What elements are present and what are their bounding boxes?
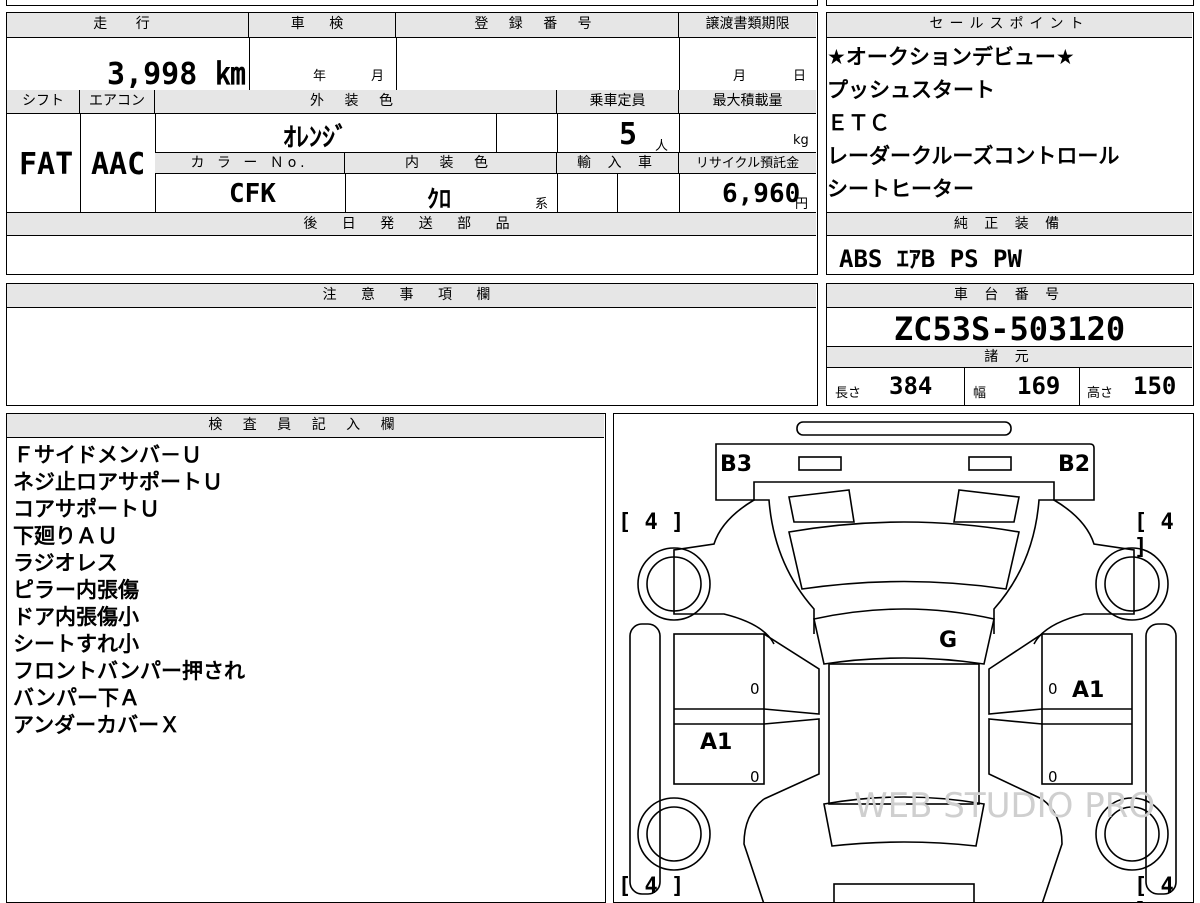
zero-mark: 0 [1048,768,1058,786]
zero-mark: 0 [750,768,760,786]
inspector-title: 検 査 員 記 入 欄 [7,414,604,438]
chassis-title: 車 台 番 号 [827,284,1192,308]
inspector-item: アンダーカバーＸ [13,713,181,737]
inspector-item: ネジ止ロアサポートＵ [13,470,223,494]
spec-length-label: 長さ [835,386,862,401]
inspector-item: Ｆサイドメンバ－Ｕ [13,443,202,467]
sales-point-item: レーダークルーズコントロール [827,144,1120,168]
standard-equipment-title: 純 正 装 備 [827,212,1192,236]
exterior-color-value: ｵﾚﾝｼﾞ [283,123,349,153]
car-diagram-box: WEB STUDIO PRO B3 B2 G A1 A1 [ 4 ] [ 4 ]… [613,413,1194,903]
tire-label-front-right: [ 4 ] [1134,510,1174,560]
inspector-item: ラジオレス [13,551,118,575]
interior-color-value: ｸﾛ [427,185,451,213]
sales-points-list: ★オークションデビュー★ プッシュスタート ＥＴＣ レーダークルーズコントロール… [827,41,1191,206]
capacity-label: 乗車定員 [557,90,679,114]
transfer-deadline-label: 譲渡書類期限 [679,13,816,38]
inspector-item: フロントバンパー押され [13,659,246,683]
spec-width-value: 169 [1017,372,1061,400]
standard-equipment-value: ABS ｴｱB PS PW [839,245,1022,273]
sales-points-box: セールスポイント ★オークションデビュー★ プッシュスタート ＥＴＣ レーダーク… [826,12,1194,275]
sales-point-item: プッシュスタート [827,78,995,102]
tire-label-rear-left: [ 4 ] [618,874,685,899]
notes-title: 注 意 事 項 欄 [7,284,816,308]
top-strip-right [826,0,1194,6]
capacity-value: 5 [619,117,638,152]
shift-label: シフト [7,90,80,114]
max-load-label: 最大積載量 [679,90,816,114]
top-strip [6,0,818,6]
inspector-box: 検 査 員 記 入 欄 Ｆサイドメンバ－Ｕ ネジ止ロアサポートＵ コアサポートＵ… [6,413,606,903]
sales-point-item: ★オークションデビュー★ [827,45,1075,69]
zero-mark: 0 [750,680,760,698]
inspection-label: 車 検 [249,13,396,38]
specs-title: 諸 元 [827,346,1192,368]
inspection-year: 年 [313,69,327,84]
exterior-color-label: 外 装 色 [155,90,557,114]
recycle-fee-label: リサイクル預託金 [679,152,816,174]
inspector-item: ドア内張傷小 [13,605,139,629]
inspector-list: Ｆサイドメンバ－Ｕ ネジ止ロアサポートＵ コアサポートＵ 下廻りＡＵ ラジオレス… [13,442,593,739]
sales-point-item: ＥＴＣ [827,111,890,135]
recycle-fee-value: 6,960 [722,179,801,209]
spec-width-label: 幅 [973,386,987,401]
sales-point-item: シートヒーター [827,177,974,201]
car-outline-diagram [629,421,1177,902]
mark-b2: B2 [1058,452,1091,477]
registration-label: 登 録 番 号 [396,13,679,38]
sales-points-title: セールスポイント [827,13,1192,38]
spec-height-label: 高さ [1087,386,1114,401]
shift-value: FAT [19,147,74,182]
mileage-label: 走 行 [7,13,249,38]
chassis-box: 車 台 番 号 ZC53S-503120 諸 元 長さ 384 幅 169 高さ… [826,283,1194,406]
spec-length-value: 384 [889,372,933,400]
inspection-month: 月 [371,69,385,84]
aircon-value: AAC [91,147,146,182]
inspector-item: バンパー下Ａ [13,686,141,710]
mark-a1-right: A1 [1072,678,1105,703]
watermark: WEB STUDIO PRO [854,786,1156,826]
mark-g: G [939,628,958,653]
mileage-value: 3,998 ㎞ [107,57,246,92]
deadline-month: 月 [733,69,747,84]
spec-height-value: 150 [1133,372,1177,400]
recycle-fee-unit: 円 [795,197,809,212]
import-label: 輸 入 車 [557,152,679,174]
tire-label-front-left: [ 4 ] [618,510,685,535]
mark-b3: B3 [720,452,753,477]
interior-color-suffix: 系 [535,197,549,212]
zero-mark: 0 [1048,680,1058,698]
later-parts-label: 後 日 発 送 部 品 [7,212,816,236]
color-no-label: カ ラ ー Ｎo. [155,152,345,174]
mark-a1-left: A1 [700,730,733,755]
tire-label-rear-right: [ 4 ] [1134,874,1174,902]
inspector-item: シートすれ小 [13,632,139,656]
deadline-day: 日 [793,69,807,84]
notes-box: 注 意 事 項 欄 [6,283,818,406]
aircon-label: エアコン [80,90,155,114]
vehicle-info-box: 走 行 車 検 登 録 番 号 譲渡書類期限 3,998 ㎞ 年 月 月 日 シ… [6,12,818,275]
color-no-value: CFK [229,179,276,209]
chassis-number: ZC53S-503120 [893,310,1126,348]
inspector-item: ピラー内張傷 [13,578,139,602]
inspector-item: コアサポートＵ [13,497,160,521]
inspector-item: 下廻りＡＵ [13,524,118,548]
max-load-unit: kg [793,133,809,148]
interior-color-label: 内 装 色 [345,152,557,174]
